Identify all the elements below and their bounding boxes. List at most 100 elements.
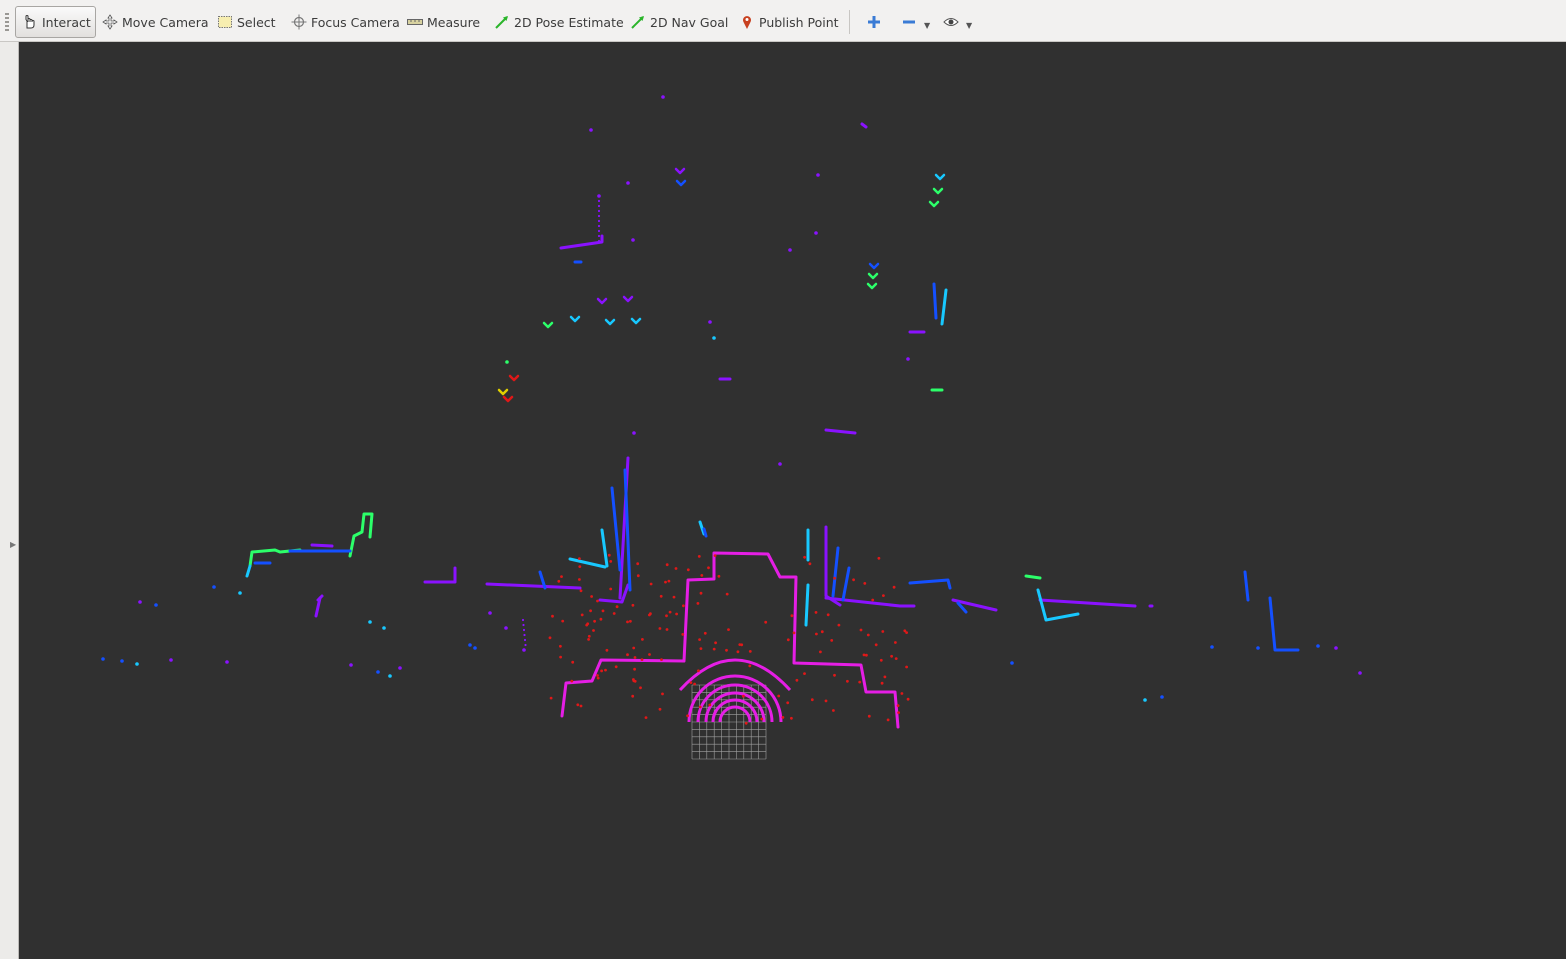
laser-point (626, 181, 630, 185)
laser-point (795, 678, 799, 682)
laser-point (777, 694, 781, 698)
expand-arrow-icon[interactable]: ▶ (10, 540, 16, 549)
laser-point (648, 653, 651, 656)
laser-point (648, 613, 651, 617)
laser-point (707, 566, 710, 570)
laser-point (803, 555, 806, 559)
tool-measure[interactable]: Measure (401, 6, 486, 38)
laser-point (686, 714, 689, 718)
laser-point (609, 560, 613, 563)
laser-point (708, 703, 712, 707)
laser-point (665, 563, 669, 567)
laser-point (521, 618, 525, 622)
laser-point (597, 199, 601, 203)
laser-point (600, 669, 603, 673)
laser-segment (831, 546, 840, 598)
laser-point (1316, 644, 1320, 648)
tool-interact[interactable]: Interact (15, 6, 96, 38)
laser-point (699, 591, 703, 595)
laser-point (596, 676, 600, 680)
laser-point (833, 673, 836, 677)
laser-point (101, 657, 105, 661)
laser-point (609, 587, 613, 591)
laser-point (597, 219, 601, 223)
visibility-menu-button[interactable]: ▼ (937, 6, 978, 38)
laser-point (703, 631, 707, 635)
laser-point (225, 660, 229, 664)
tool-move-camera[interactable]: Move Camera (96, 6, 215, 38)
laser-point (742, 694, 745, 698)
tool-focus-camera[interactable]: Focus Camera (285, 6, 406, 38)
laser-point (633, 667, 636, 671)
laser-point (686, 568, 690, 572)
laser-point (697, 669, 700, 673)
laser-segment (316, 594, 324, 602)
remove-tool-button[interactable]: ▼ (895, 6, 936, 38)
laser-point (659, 594, 663, 598)
laser-point (867, 714, 871, 718)
toolbar-grip[interactable] (5, 13, 9, 31)
collapsed-side-panel[interactable]: ▶ (0, 42, 19, 959)
laser-segment (804, 583, 810, 627)
laser-point (881, 630, 885, 633)
laser-point (578, 565, 582, 568)
laser-marker (675, 179, 687, 187)
map-pin-icon (739, 14, 755, 30)
laser-point (664, 580, 667, 584)
laser-point (523, 638, 527, 642)
laser-segment (568, 557, 607, 569)
laser-point (736, 650, 740, 654)
laser-point (865, 653, 868, 657)
laser-point (672, 595, 676, 599)
laser-point (816, 173, 820, 177)
tool-label: Move Camera (122, 14, 209, 30)
laser-point (649, 582, 653, 586)
laser-point (725, 592, 729, 596)
laser-point (717, 574, 721, 578)
laser-marker (932, 187, 944, 195)
laser-point (786, 638, 790, 642)
laser-point (597, 224, 601, 228)
laser-point (632, 646, 636, 650)
laser-point (523, 633, 526, 637)
tool-label: Focus Camera (311, 14, 400, 30)
laser-point (712, 647, 716, 651)
laser-point (832, 709, 835, 712)
3d-render-viewport[interactable] (19, 42, 1566, 959)
laser-point (522, 628, 526, 632)
laser-marker (867, 272, 879, 280)
laser-point (906, 697, 910, 701)
laser-point (698, 705, 702, 709)
tool-2d-pose-estimate[interactable]: 2D Pose Estimate (488, 6, 630, 38)
laser-point (658, 627, 662, 630)
tool-2d-nav-goal[interactable]: 2D Nav Goal (624, 6, 734, 38)
laser-point (589, 128, 593, 132)
laser-point (882, 594, 885, 597)
tool-select[interactable]: Select (211, 6, 282, 38)
laser-point (892, 585, 896, 589)
laser-point (570, 679, 574, 683)
laser-point (1210, 645, 1214, 649)
laser-point (636, 574, 640, 578)
tool-publish-point[interactable]: Publish Point (733, 6, 845, 38)
laser-point (587, 634, 591, 638)
laser-point (138, 600, 142, 604)
tool-label: 2D Nav Goal (650, 14, 729, 30)
toolbar-separator (849, 10, 850, 34)
laser-point (551, 614, 554, 618)
laser-point (713, 554, 717, 557)
laser-point (1334, 646, 1338, 650)
laser-point (740, 643, 744, 647)
laser-point (576, 703, 580, 707)
laser-point (814, 611, 818, 614)
laser-point (668, 610, 672, 614)
laser-point (866, 633, 870, 637)
laser-point (636, 562, 640, 566)
tool-label: Publish Point (759, 14, 839, 30)
laser-point (667, 579, 671, 583)
laser-point (871, 598, 875, 602)
laser-point (788, 248, 792, 252)
add-tool-button[interactable] (860, 6, 892, 38)
laser-point (154, 603, 158, 607)
eye-icon (943, 14, 959, 30)
